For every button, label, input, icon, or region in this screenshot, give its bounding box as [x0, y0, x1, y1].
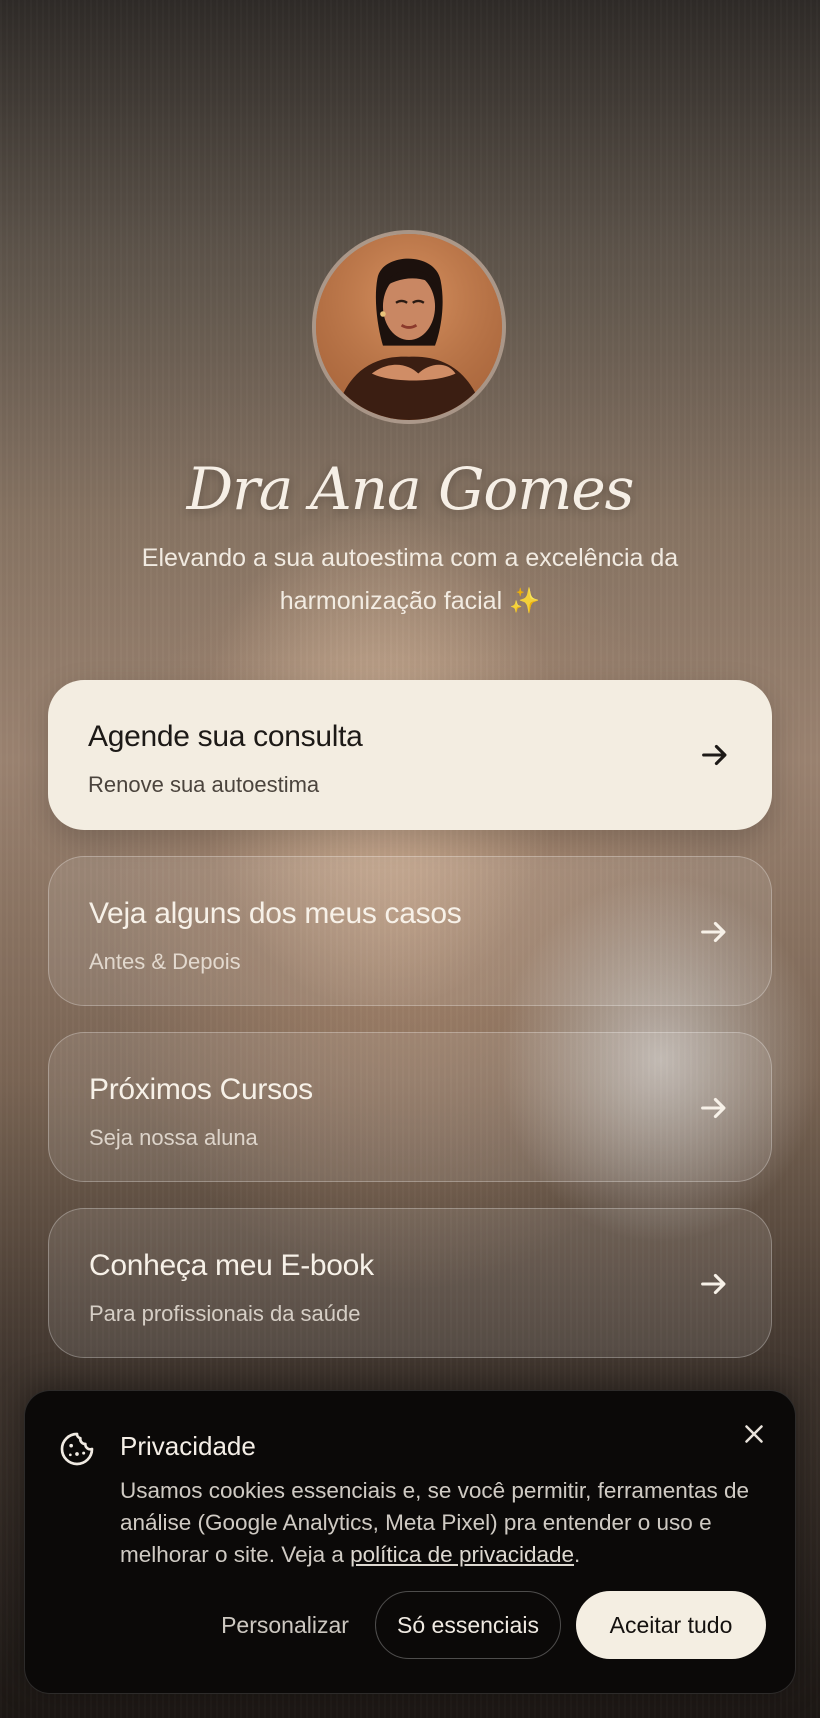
link-card-casos[interactable]: Veja alguns dos meus casos Antes & Depoi…	[48, 856, 772, 1006]
arrow-right-icon	[701, 921, 726, 943]
privacy-policy-link[interactable]: política de privacidade	[350, 1542, 574, 1567]
link-card-cursos[interactable]: Próximos Cursos Seja nossa aluna	[48, 1032, 772, 1182]
arrow-right-icon	[701, 1097, 726, 1119]
arrow-right-icon	[701, 1273, 726, 1295]
profile-avatar	[312, 230, 506, 424]
link-subtitle: Renove sua autoestima	[88, 772, 320, 797]
profile-tagline: Elevando a sua autoestima com a excelênc…	[141, 544, 679, 615]
accept-all-button[interactable]: Aceitar tudo	[576, 1591, 766, 1659]
link-subtitle: Para profissionais da saúde	[89, 1301, 361, 1326]
cookie-banner-title: Privacidade	[120, 1431, 256, 1461]
essentials-only-button[interactable]: Só essenciais	[375, 1591, 561, 1659]
close-icon[interactable]	[739, 1419, 769, 1449]
link-title: Conheça meu E-book	[89, 1249, 374, 1282]
link-title: Agende sua consulta	[88, 720, 363, 753]
cookie-text-end: .	[574, 1542, 581, 1567]
cookie-consent-banner: Privacidade Usamos cookies essenciais e,…	[24, 1390, 796, 1694]
link-title: Veja alguns dos meus casos	[89, 897, 462, 930]
link-card-agende-consulta[interactable]: Agende sua consulta Renove sua autoestim…	[48, 680, 772, 830]
profile-name: Dra Ana Gomes	[186, 455, 635, 523]
link-subtitle: Seja nossa aluna	[89, 1125, 258, 1150]
link-card-ebook[interactable]: Conheça meu E-book Para profissionais da…	[48, 1208, 772, 1358]
customize-button[interactable]: Personalizar	[195, 1591, 375, 1659]
cookie-banner-text: Usamos cookies essenciais e, se você per…	[120, 1475, 760, 1571]
cookie-icon	[60, 1432, 94, 1466]
link-title: Próximos Cursos	[89, 1073, 313, 1106]
arrow-right-icon	[702, 744, 727, 766]
profile-photo-icon	[316, 234, 502, 420]
link-subtitle: Antes & Depois	[89, 949, 241, 974]
